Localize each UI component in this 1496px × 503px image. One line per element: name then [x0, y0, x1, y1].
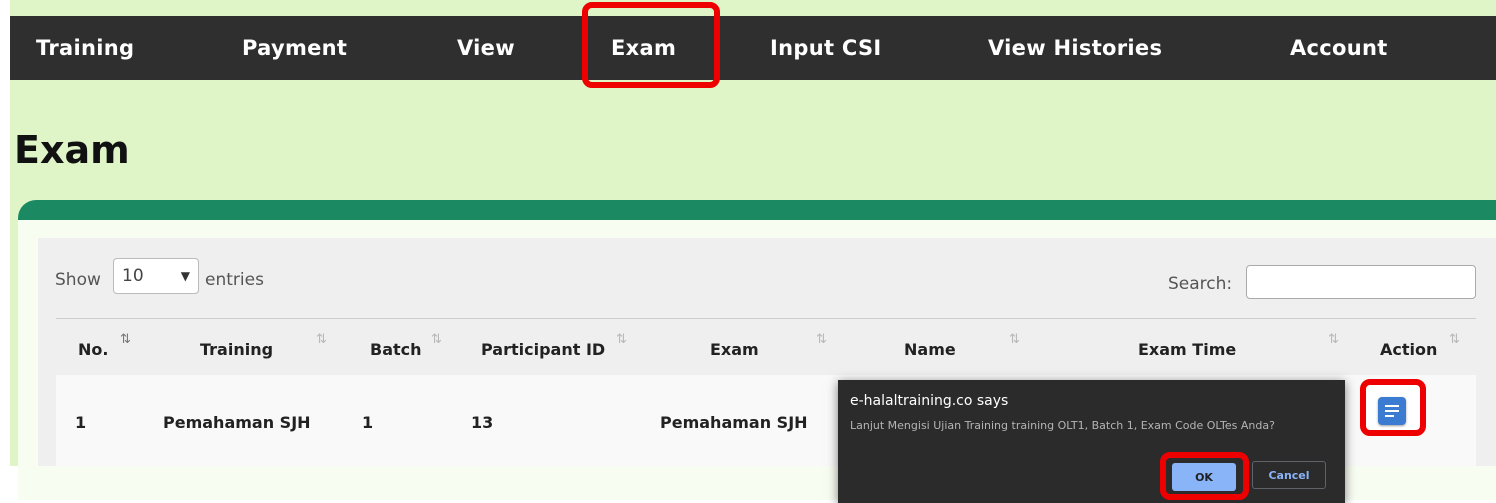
nav-view[interactable]: View	[457, 16, 515, 80]
column-header-training[interactable]: Training	[200, 340, 273, 359]
sort-arrows-icon[interactable]: ⇅	[1009, 332, 1020, 347]
ok-button[interactable]: OK	[1172, 463, 1236, 491]
nav-training[interactable]: Training	[36, 16, 134, 80]
sort-arrows-icon[interactable]: ⇅	[1449, 332, 1460, 347]
nav-exam[interactable]: Exam	[611, 16, 676, 80]
nav-payment[interactable]: Payment	[242, 16, 347, 80]
column-header-no[interactable]: No.	[78, 340, 108, 359]
top-navbar: Training Payment View Exam Input CSI Vie…	[10, 16, 1496, 80]
nav-input-csi[interactable]: Input CSI	[770, 16, 882, 80]
cell-no: 1	[75, 413, 87, 432]
column-header-name[interactable]: Name	[904, 340, 956, 359]
search-label: Search:	[1168, 274, 1233, 294]
confirm-dialog: e-halaltraining.co says Lanjut Mengisi U…	[838, 380, 1345, 503]
show-label: Show	[55, 270, 101, 290]
column-header-participant-id[interactable]: Participant ID	[481, 340, 605, 359]
sort-arrows-icon[interactable]: ⇅	[1328, 332, 1339, 347]
cell-batch: 1	[362, 413, 374, 432]
cancel-button[interactable]: Cancel	[1252, 461, 1326, 489]
column-header-action[interactable]: Action	[1380, 340, 1437, 359]
column-header-exam-time[interactable]: Exam Time	[1138, 340, 1236, 359]
page-title: Exam	[14, 128, 130, 172]
cell-training: Pemahaman SJH	[163, 413, 311, 432]
sort-arrows-icon[interactable]: ⇅	[616, 332, 627, 347]
nav-view-histories[interactable]: View Histories	[988, 16, 1162, 80]
entries-select-value: 10	[122, 266, 144, 286]
cell-exam: Pemahaman SJH	[660, 413, 808, 432]
entries-select[interactable]: 10 ▼	[113, 258, 199, 294]
action-highlight	[1360, 379, 1426, 436]
entries-label: entries	[205, 270, 264, 290]
ok-highlight: OK	[1160, 452, 1249, 500]
nav-account[interactable]: Account	[1290, 16, 1388, 80]
dialog-message: Lanjut Mengisi Ujian Training training O…	[850, 419, 1275, 432]
search-input[interactable]	[1246, 265, 1476, 299]
sort-arrows-icon[interactable]: ⇅	[816, 332, 827, 347]
chevron-down-icon: ▼	[180, 269, 190, 283]
sort-arrows-icon[interactable]: ⇅	[431, 332, 442, 347]
dialog-title: e-halaltraining.co says	[850, 393, 1009, 409]
sort-asc-icon[interactable]: ⇅	[120, 332, 131, 347]
sort-arrows-icon[interactable]: ⇅	[316, 332, 327, 347]
action-button[interactable]	[1378, 397, 1406, 425]
table-header-divider	[56, 318, 1476, 319]
column-header-exam[interactable]: Exam	[710, 340, 759, 359]
cell-participant-id: 13	[471, 413, 494, 432]
column-header-batch[interactable]: Batch	[370, 340, 422, 359]
